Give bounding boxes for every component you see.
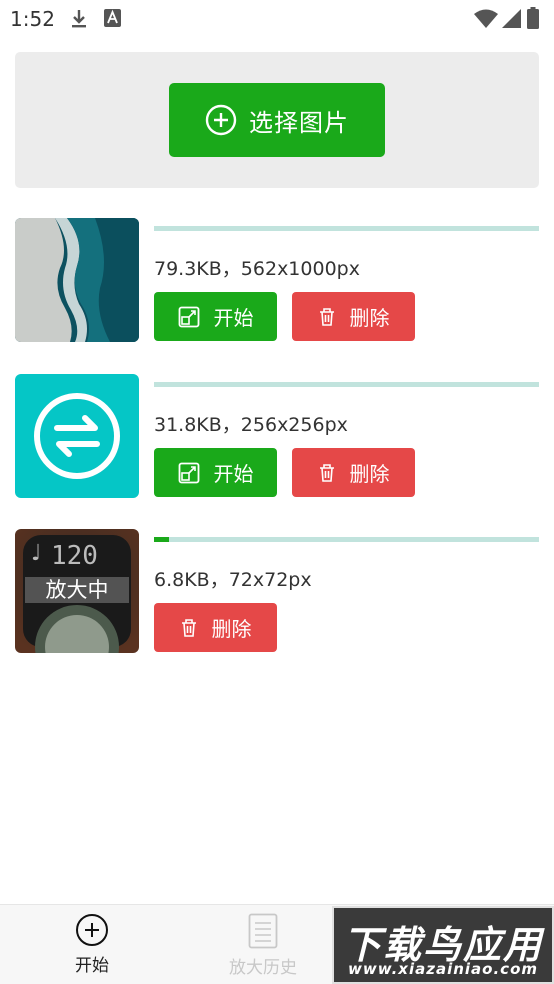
zooming-status: 放大中 [25, 577, 129, 603]
image-info: 31.8KB，256x256px [154, 414, 348, 436]
start-button[interactable]: 开始 [154, 292, 277, 341]
thumb-note: ♩ [31, 541, 42, 566]
trash-icon [319, 463, 334, 482]
nav-start[interactable]: 开始 [32, 913, 152, 976]
swap-thumbnail[interactable] [15, 374, 139, 498]
progress-bar [154, 226, 539, 231]
image-info: 79.3KB，562x1000px [154, 258, 360, 280]
expand-icon [178, 306, 199, 327]
signal-icon [502, 9, 521, 28]
delete-button[interactable]: 删除 [292, 448, 415, 497]
progress-bar [154, 537, 539, 542]
a-icon [104, 9, 121, 27]
start-label: 开始 [213, 462, 254, 486]
metronome-thumbnail[interactable]: ♩ 120 放大中 [15, 529, 139, 653]
plus-circle-icon [76, 914, 108, 946]
progress-fill [154, 537, 169, 542]
download-icon [72, 10, 86, 28]
expand-icon [178, 462, 199, 483]
status-bar: 1:52 [0, 0, 554, 38]
delete-label: 删除 [349, 306, 390, 330]
start-button[interactable]: 开始 [154, 448, 277, 497]
nav-history[interactable]: 放大历史 [203, 913, 323, 978]
watermark-url: www.xiazainiao.com [347, 960, 539, 978]
image-item: 79.3KB，562x1000px 开始 删除 [15, 218, 539, 342]
select-image-button[interactable]: 选择图片 [169, 83, 385, 157]
trash-icon [181, 618, 196, 637]
picker-panel: 选择图片 [15, 52, 539, 188]
document-list-icon [248, 913, 278, 949]
watermark-logo: 下载鸟应用 www.xiazainiao.com [332, 906, 554, 984]
nav-start-label: 开始 [75, 956, 109, 976]
battery-icon [527, 7, 539, 29]
wifi-icon [474, 9, 498, 28]
thumb-bpm: 120 [51, 541, 98, 571]
swap-arrows-icon [34, 393, 120, 479]
select-image-label: 选择图片 [249, 108, 349, 137]
nav-history-label: 放大历史 [229, 958, 297, 978]
start-label: 开始 [213, 306, 254, 330]
progress-bar [154, 382, 539, 387]
delete-label: 删除 [349, 462, 390, 486]
image-item: ♩ 120 放大中 6.8KB，72x72px 删除 [15, 529, 539, 653]
plus-circle-icon [205, 104, 237, 136]
trash-icon [319, 307, 334, 326]
image-item: 31.8KB，256x256px 开始 删除 [15, 374, 539, 498]
delete-button[interactable]: 删除 [292, 292, 415, 341]
image-info: 6.8KB，72x72px [154, 569, 312, 591]
delete-label: 删除 [211, 617, 252, 641]
delete-button[interactable]: 删除 [154, 603, 277, 652]
ocean-thumbnail[interactable] [15, 218, 139, 342]
status-time: 1:52 [10, 7, 55, 31]
